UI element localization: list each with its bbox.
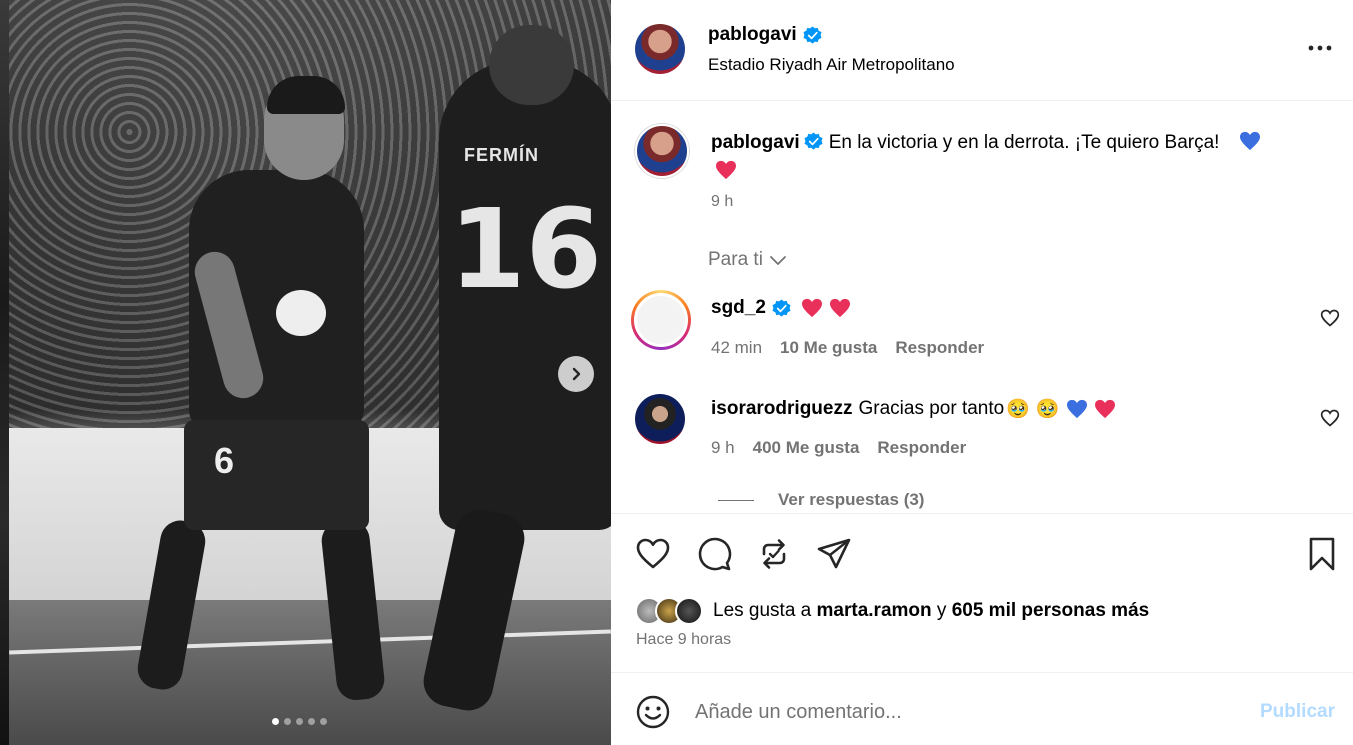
red-heart-icon [716, 160, 736, 180]
likes-summary: Les gusta a marta.ramon y 605 mil person… [635, 597, 1149, 625]
view-replies-button[interactable]: Ver respuestas (3) [718, 490, 924, 510]
publish-button[interactable]: Publicar [1260, 701, 1335, 723]
caption-text: En la victoria y en la derrota. ¡Te quie… [828, 132, 1220, 153]
carousel-dot [308, 718, 315, 725]
avatar[interactable] [635, 24, 685, 74]
red-heart-icon [801, 298, 822, 318]
comment-likes-count[interactable]: 10 Me gusta [780, 338, 877, 358]
photo-sponsor-logo [276, 290, 326, 336]
comment-sort-dropdown[interactable]: Para ti [708, 249, 787, 271]
blue-heart-icon [1239, 131, 1260, 151]
photo-shorts-number: 6 [214, 440, 235, 481]
photo-jersey-number: 16 [449, 185, 603, 313]
more-options-icon[interactable] [1305, 36, 1335, 60]
photo-teammate-head [489, 25, 574, 105]
emoji-picker-icon[interactable] [635, 694, 671, 730]
red-heart-icon [829, 298, 850, 318]
comment-2-line: isorarodriguezz Gracias por tanto 🥹 🥹 [711, 397, 1116, 420]
post-media: FERMÍN 16 6 [0, 0, 611, 745]
view-replies-label: Ver respuestas (3) [778, 490, 925, 509]
comment-like-heart-icon[interactable] [1320, 308, 1340, 328]
avatar-image [637, 296, 685, 344]
carousel-dot [284, 718, 291, 725]
blue-heart-icon [1066, 399, 1087, 418]
likes-others-link[interactable]: 605 mil personas más [952, 600, 1150, 621]
chevron-right-icon [572, 367, 581, 381]
carousel-dot [296, 718, 303, 725]
comment-avatar[interactable] [631, 290, 691, 350]
post-caption: pablogavi En la victoria y en la derrota.… [711, 128, 1301, 186]
comment-input[interactable] [695, 695, 1235, 729]
comment-2-meta: 9 h 400 Me gusta Responder [711, 438, 966, 458]
replies-divider [718, 499, 754, 501]
chevron-down-icon [770, 256, 786, 265]
comment-username[interactable]: isorarodriguezz [711, 398, 852, 420]
comment-username[interactable]: sgd_2 [711, 297, 766, 319]
photo-player-shorts [184, 420, 369, 530]
carousel-dot [272, 718, 279, 725]
likes-joiner: y [936, 600, 947, 621]
photo-jersey-name: FERMÍN [464, 145, 539, 165]
likes-text: Les gusta a marta.ramon y 605 mil person… [713, 600, 1149, 622]
comment-1-line: sgd_2 [711, 297, 851, 319]
carousel-indicators [272, 718, 327, 725]
pleading-face-icon: 🥹 [1035, 398, 1060, 420]
share-send-icon[interactable] [816, 536, 852, 572]
sort-label: Para ti [708, 249, 763, 270]
location-link[interactable]: Estadio Riyadh Air Metropolitano [708, 55, 955, 75]
caption-avatar[interactable] [635, 124, 689, 178]
comment-avatar[interactable] [635, 394, 685, 444]
comment-like-heart-icon[interactable] [1320, 408, 1340, 428]
comment-bubble-icon[interactable] [696, 536, 732, 572]
reply-button[interactable]: Responder [895, 338, 984, 358]
liker-username-link[interactable]: marta.ramon [817, 600, 932, 621]
save-bookmark-icon[interactable] [1304, 536, 1340, 572]
carousel-dot [320, 718, 327, 725]
comment-1-meta: 42 min 10 Me gusta Responder [711, 338, 984, 358]
avatar-story-ring [634, 293, 688, 347]
caption-username[interactable]: pablogavi [711, 132, 800, 153]
red-heart-icon [1094, 399, 1115, 418]
post-actions: Les gusta a marta.ramon y 605 mil person… [611, 513, 1353, 673]
post-header: pablogavi Estadio Riyadh Air Metropolita… [611, 0, 1353, 101]
post-details-panel: pablogavi Estadio Riyadh Air Metropolita… [611, 0, 1353, 745]
carousel-next-button[interactable] [558, 356, 594, 392]
verified-badge-icon [804, 132, 823, 150]
post-timestamp[interactable]: Hace 9 horas [636, 631, 731, 649]
like-heart-icon[interactable] [635, 536, 671, 572]
verified-badge-icon [803, 25, 822, 44]
pleading-face-icon: 🥹 [1006, 398, 1030, 420]
post-photo: FERMÍN 16 6 [9, 0, 611, 745]
header-user: pablogavi [708, 24, 822, 46]
verified-badge-icon [772, 298, 791, 317]
likes-prefix: Les gusta a [713, 600, 812, 621]
username-link[interactable]: pablogavi [708, 24, 797, 46]
reply-button[interactable]: Responder [877, 438, 966, 458]
repost-icon[interactable] [756, 536, 792, 572]
comment-text: Gracias por tanto [858, 397, 1005, 419]
comment-composer: Publicar [611, 673, 1353, 745]
comment-time: 42 min [711, 338, 763, 357]
background-strip [0, 0, 9, 745]
caption-time: 9 h [711, 193, 734, 210]
comment-time: 9 h [711, 438, 735, 457]
comment-likes-count[interactable]: 400 Me gusta [753, 438, 860, 458]
liker-avatar [675, 597, 703, 625]
